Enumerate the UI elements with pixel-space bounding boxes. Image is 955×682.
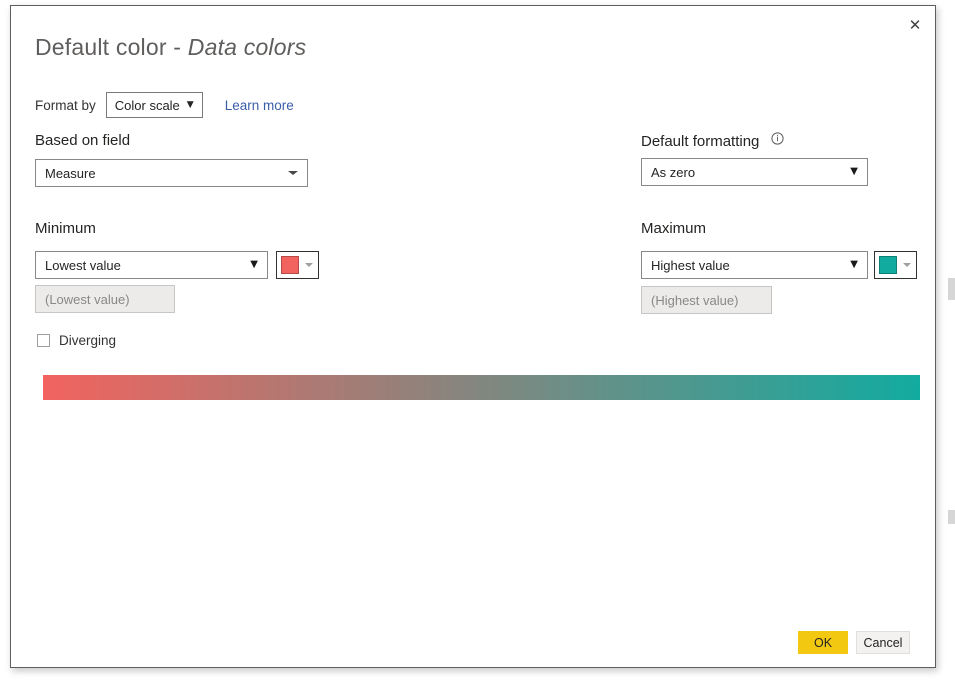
chevron-down-icon xyxy=(305,263,313,267)
minimum-type-value: Lowest value xyxy=(45,257,121,273)
close-glyph: ✕ xyxy=(908,15,922,34)
cancel-button-label: Cancel xyxy=(863,635,903,650)
minimum-value-input[interactable]: (Lowest value) xyxy=(35,285,175,313)
learn-more-link[interactable]: Learn more xyxy=(225,98,294,113)
minimum-label: Minimum xyxy=(35,220,96,237)
maximum-value-input[interactable]: (Highest value) xyxy=(641,286,772,314)
gradient-preview-bar xyxy=(43,375,920,400)
ok-button-label: OK xyxy=(813,635,833,650)
chevron-down-icon xyxy=(903,263,911,267)
cancel-button[interactable]: Cancel xyxy=(856,631,910,654)
background-artifact xyxy=(948,278,955,300)
maximum-type-select[interactable]: Highest value ▼ xyxy=(641,251,868,279)
chevron-down-icon: ▼ xyxy=(850,259,858,270)
page-title-emphasis: Data colors xyxy=(187,34,307,60)
chevron-down-icon: ▼ xyxy=(250,259,258,270)
page-title: Default color - Data colors xyxy=(35,34,306,61)
diverging-checkbox-row[interactable]: Diverging xyxy=(37,333,116,348)
default-formatting-label-text: Default formatting xyxy=(641,133,760,150)
maximum-type-value: Highest value xyxy=(651,257,730,273)
format-by-label: Format by xyxy=(35,97,96,113)
minimum-color-swatch xyxy=(281,256,299,274)
minimum-type-select[interactable]: Lowest value ▼ xyxy=(35,251,268,279)
maximum-label: Maximum xyxy=(641,220,707,237)
info-icon[interactable] xyxy=(770,132,784,145)
default-formatting-label: Default formatting xyxy=(641,132,784,150)
minimum-value-placeholder: (Lowest value) xyxy=(45,291,130,307)
chevron-down-icon xyxy=(288,171,298,175)
background-artifact xyxy=(948,510,955,524)
based-on-field-label: Based on field xyxy=(35,132,131,149)
chevron-down-icon: ▼ xyxy=(850,166,858,177)
page-title-separator: - xyxy=(166,34,188,60)
ok-button[interactable]: OK xyxy=(798,631,848,654)
close-icon[interactable]: ✕ xyxy=(895,6,935,44)
minimum-color-picker[interactable] xyxy=(276,251,319,279)
format-by-row: Format by Color scale ▼ Learn more xyxy=(35,91,294,119)
default-formatting-value: As zero xyxy=(651,164,696,180)
based-on-field-select[interactable]: Measure xyxy=(35,159,308,187)
chevron-down-icon: ▼ xyxy=(186,100,194,110)
maximum-color-picker[interactable] xyxy=(874,251,917,279)
maximum-color-swatch xyxy=(879,256,897,274)
maximum-value-placeholder: (Highest value) xyxy=(651,292,739,308)
diverging-checkbox[interactable] xyxy=(37,334,50,347)
format-by-select[interactable]: Color scale ▼ xyxy=(105,92,203,118)
default-formatting-select[interactable]: As zero ▼ xyxy=(641,158,868,186)
page-title-main: Default color xyxy=(35,34,167,60)
based-on-field-value: Measure xyxy=(45,165,96,181)
diverging-label: Diverging xyxy=(59,333,117,348)
data-colors-dialog: ✕ Default color - Data colors Format by … xyxy=(10,5,936,668)
format-by-value: Color scale xyxy=(114,97,180,113)
